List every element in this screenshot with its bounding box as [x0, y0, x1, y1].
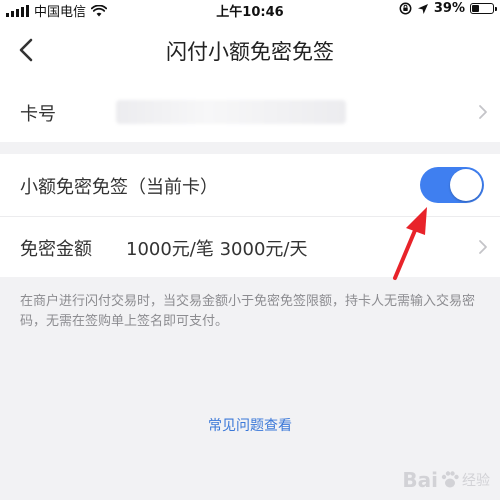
watermark-suffix: 经验: [462, 473, 490, 489]
annotation-arrow: [393, 207, 427, 280]
paw-logo-icon: [441, 471, 459, 488]
baidu-watermark: Bai 经验: [402, 468, 490, 492]
watermark-brand: Bai: [402, 468, 438, 492]
